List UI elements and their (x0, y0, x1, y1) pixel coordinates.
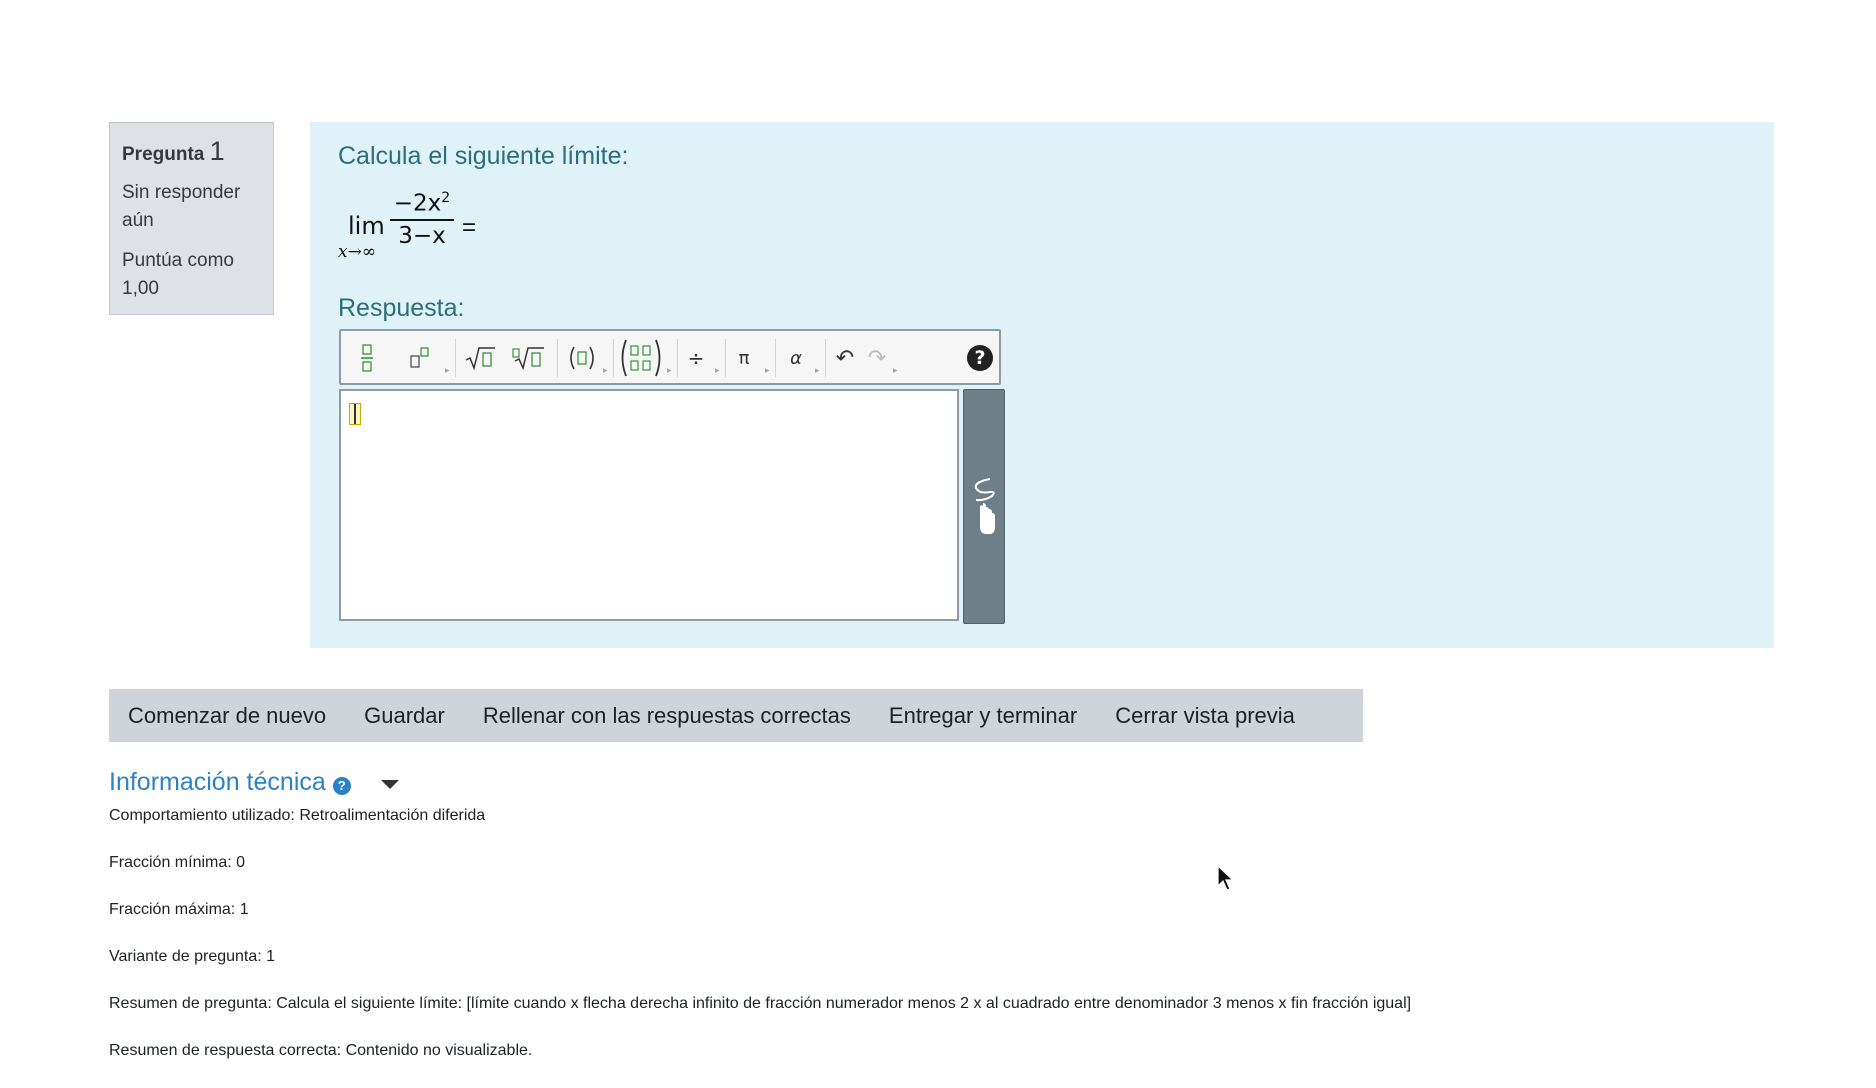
question-content: Calcula el siguiente límite: lim x→∞ −2x… (310, 122, 1774, 648)
restart-button[interactable]: Comenzar de nuevo (109, 689, 345, 742)
formula-equals: = (462, 214, 477, 241)
nth-root-button[interactable] (511, 341, 545, 375)
pi-button[interactable]: π (731, 341, 757, 375)
tech-max-fraction: Fracción máxima: 1 (109, 901, 249, 918)
tech-question-summary: Resumen de pregunta: Calcula el siguient… (109, 995, 1412, 1012)
formula-lim: lim (348, 212, 385, 240)
answer-label: Respuesta: (338, 294, 465, 322)
technical-info-title: Información técnica (109, 768, 326, 796)
formula-numerator: −2x2 (390, 190, 454, 221)
fill-correct-button[interactable]: Rellenar con las respuestas correctas (464, 689, 870, 742)
technical-info-toggle[interactable]: Información técnica ? (109, 768, 399, 797)
formula-exponent: 2 (441, 190, 451, 206)
square-root-button[interactable] (463, 341, 497, 375)
redo-icon: ↷ (867, 345, 887, 371)
close-preview-button[interactable]: Cerrar vista previa (1096, 689, 1314, 742)
matrix-button[interactable] (619, 339, 663, 377)
fraction-icon (361, 344, 373, 372)
question-text: Calcula el siguiente límite: (338, 142, 629, 170)
chevron-down-icon[interactable] (380, 780, 399, 789)
alpha-button[interactable]: α (783, 341, 809, 375)
question-info-panel: Pregunta 1 Sin responder aún Puntúa como… (109, 122, 274, 315)
redo-button[interactable]: ↷ (865, 341, 889, 375)
limit-formula: lim x→∞ −2x2 3−x = (338, 184, 498, 284)
parentheses-button[interactable] (565, 341, 599, 375)
question-number-value: 1 (209, 136, 225, 166)
question-grade: Puntúa como 1,00 (122, 250, 234, 299)
tech-variant: Variante de pregunta: 1 (109, 948, 276, 965)
math-editor-toolbar: ▸ ▸ ▸ ÷ ▸ π ▸ α ▸ ↶ ↷ ▸ ? (339, 329, 1001, 385)
square-root-icon (465, 347, 495, 371)
question-label: Pregunta (122, 144, 205, 165)
alpha-icon: α (790, 347, 802, 369)
formula-denominator: 3−x (398, 222, 446, 249)
help-icon[interactable]: ? (967, 345, 993, 371)
formula-fraction: −2x2 3−x (390, 190, 454, 249)
divide-icon: ÷ (687, 346, 705, 370)
parentheses-icon (570, 346, 594, 370)
undo-icon: ↶ (835, 345, 855, 371)
superscript-icon (410, 347, 429, 368)
mouse-pointer-icon (1217, 865, 1235, 891)
matrix-icon (621, 339, 661, 377)
formula-numerator-text: −2x (393, 190, 442, 217)
question-state: Sin responder aún (122, 182, 241, 231)
fraction-button[interactable] (355, 341, 379, 375)
submit-finish-button[interactable]: Entregar y terminar (870, 689, 1096, 742)
math-answer-editor[interactable] (339, 389, 959, 621)
save-button[interactable]: Guardar (345, 689, 464, 742)
question-number: Pregunta 1 (122, 137, 261, 169)
tech-behaviour: Comportamiento utilizado: Retroalimentac… (109, 807, 486, 824)
info-icon[interactable]: ? (332, 776, 351, 795)
handwriting-toggle-button[interactable] (963, 389, 1005, 624)
divide-button[interactable]: ÷ (683, 341, 709, 375)
pi-icon: π (738, 347, 750, 369)
formula-subscript: x→∞ (338, 242, 376, 262)
superscript-button[interactable] (407, 341, 433, 375)
handwriting-hand-icon (974, 477, 995, 534)
nth-root-icon (512, 347, 544, 371)
undo-button[interactable]: ↶ (833, 341, 857, 375)
quiz-actions-bar: Comenzar de nuevo Guardar Rellenar con l… (109, 689, 1363, 742)
tech-correct-answer-summary: Resumen de respuesta correcta: Contenido… (109, 1042, 533, 1059)
input-placeholder-caret (349, 403, 361, 425)
technical-info-content: Comportamiento utilizado: Retroalimentac… (109, 806, 1411, 1088)
